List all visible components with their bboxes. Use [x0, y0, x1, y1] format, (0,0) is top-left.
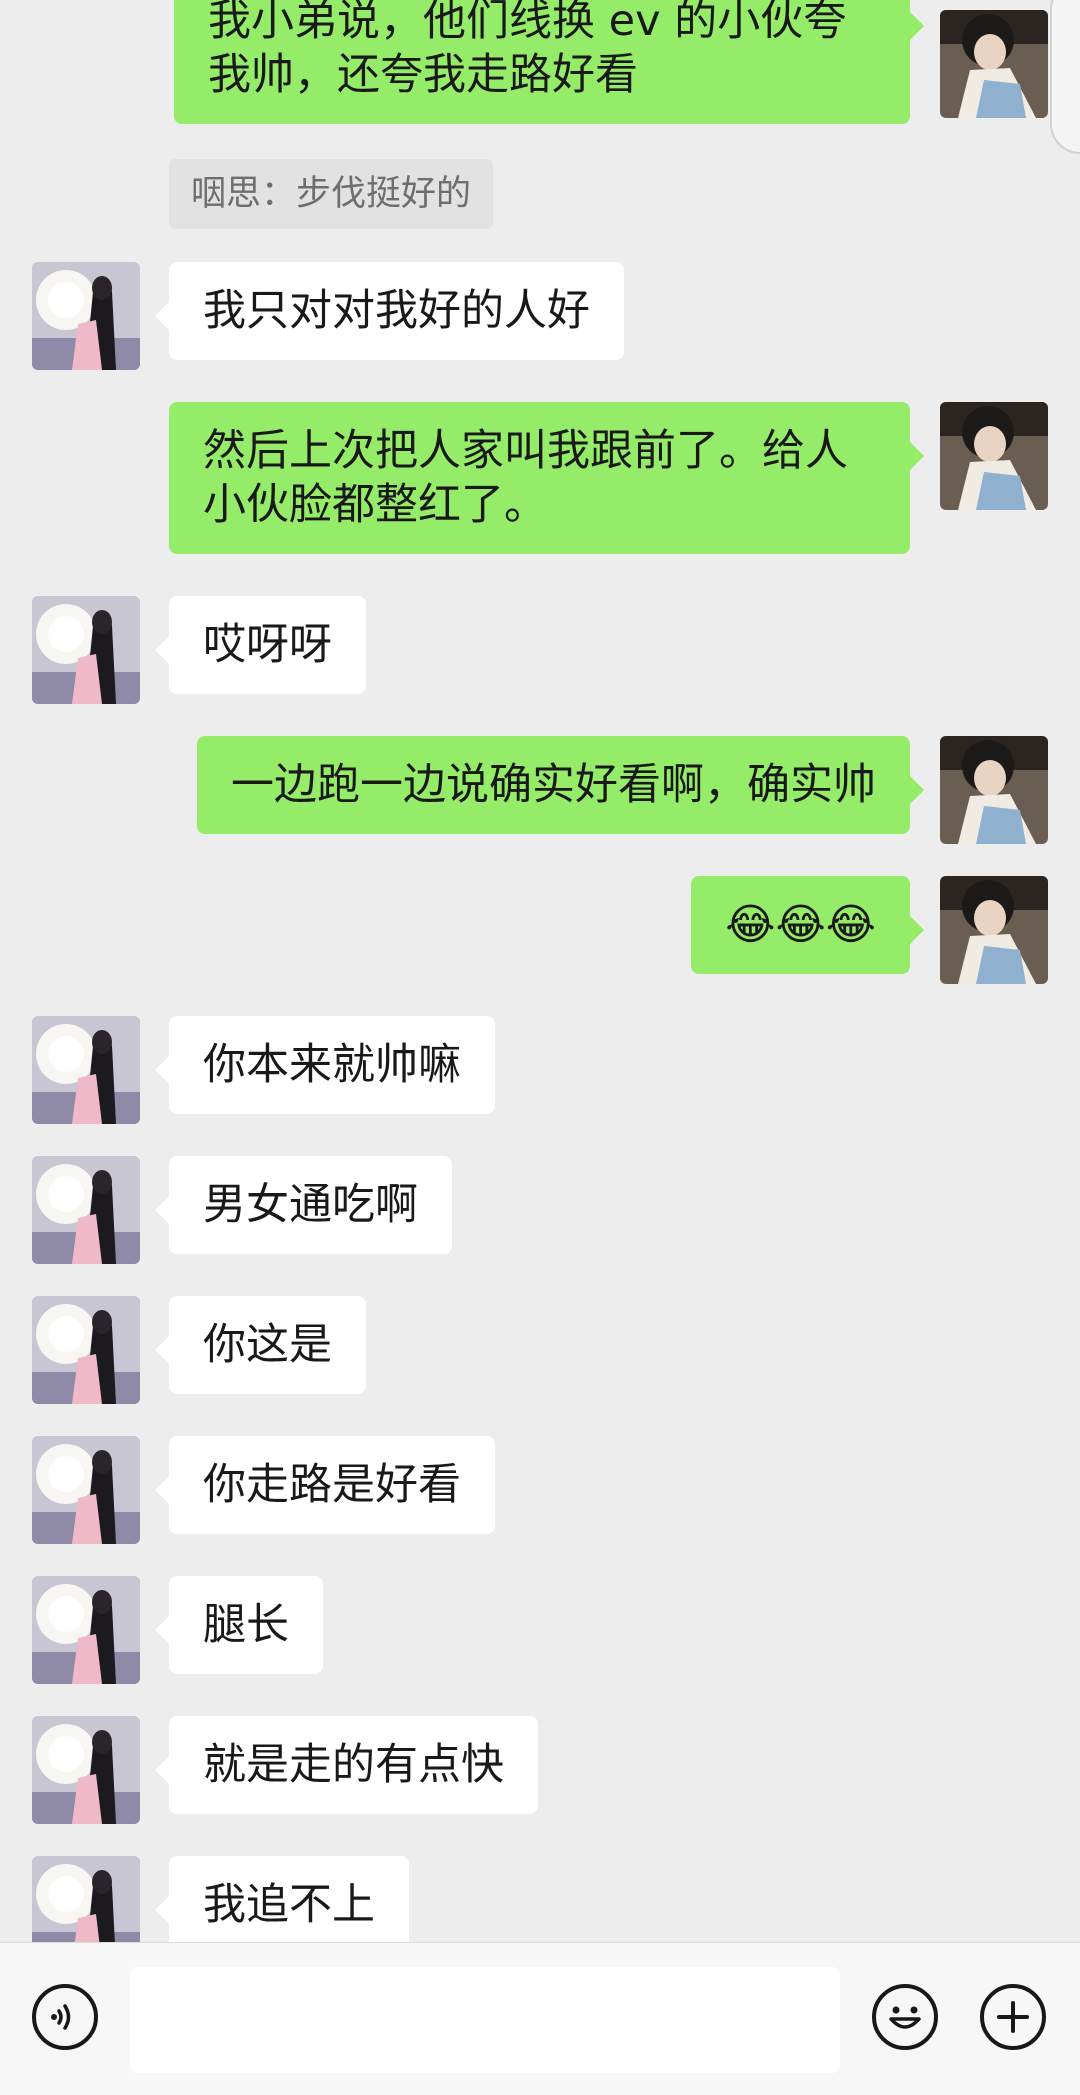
- message-list[interactable]: 我小弟说，他们线换 ev 的小伙夸我帅，还夸我走路好看 咽思：步伐挺好的 我只对…: [0, 0, 1080, 1942]
- quoted-message[interactable]: 咽思：步伐挺好的: [169, 159, 494, 229]
- input-bar: [0, 1942, 1080, 2095]
- message-bubble[interactable]: 我小弟说，他们线换 ev 的小伙夸我帅，还夸我走路好看: [174, 0, 924, 124]
- contact-avatar[interactable]: [32, 262, 140, 370]
- contact-avatar[interactable]: [32, 1156, 140, 1264]
- message-input[interactable]: [130, 1967, 840, 2073]
- emoji-button[interactable]: [872, 1984, 938, 2050]
- contact-avatar[interactable]: [32, 1576, 140, 1684]
- contact-avatar[interactable]: [32, 1296, 140, 1404]
- floating-handle[interactable]: [1050, 0, 1080, 154]
- message-bubble[interactable]: 然后上次把人家叫我跟前了。给人小伙脸都整红了。: [169, 402, 924, 554]
- my-avatar[interactable]: [940, 876, 1048, 984]
- message-bubble[interactable]: 我追不上: [155, 1856, 409, 1942]
- contact-avatar[interactable]: [32, 1716, 140, 1824]
- contact-avatar[interactable]: [32, 1016, 140, 1124]
- contact-avatar[interactable]: [32, 596, 140, 704]
- message-bubble[interactable]: 你本来就帅嘛: [155, 1016, 495, 1114]
- chat-window: 我小弟说，他们线换 ev 的小伙夸我帅，还夸我走路好看 咽思：步伐挺好的 我只对…: [0, 0, 1080, 2095]
- contact-avatar[interactable]: [32, 1856, 140, 1942]
- my-avatar[interactable]: [940, 10, 1048, 118]
- contact-avatar[interactable]: [32, 1436, 140, 1544]
- my-avatar[interactable]: [940, 736, 1048, 844]
- message-bubble[interactable]: 腿长: [155, 1576, 323, 1674]
- message-bubble[interactable]: 一边跑一边说确实好看啊，确实帅: [197, 736, 924, 834]
- message-bubble[interactable]: 就是走的有点快: [155, 1716, 538, 1814]
- message-bubble[interactable]: 我只对对我好的人好: [155, 262, 624, 360]
- message-bubble[interactable]: 男女通吃啊: [155, 1156, 452, 1254]
- voice-icon: [51, 2004, 71, 2030]
- my-avatar[interactable]: [940, 402, 1048, 510]
- plus-icon: [997, 2001, 1029, 2033]
- message-bubble[interactable]: 哎呀呀: [155, 596, 366, 694]
- message-bubble[interactable]: 你这是: [155, 1296, 366, 1394]
- emoji-icon: [889, 2006, 921, 2029]
- message-bubble[interactable]: 😂😂😂: [691, 876, 924, 974]
- voice-button[interactable]: [32, 1984, 98, 2050]
- more-button[interactable]: [980, 1984, 1046, 2050]
- message-bubble[interactable]: 你走路是好看: [155, 1436, 495, 1534]
